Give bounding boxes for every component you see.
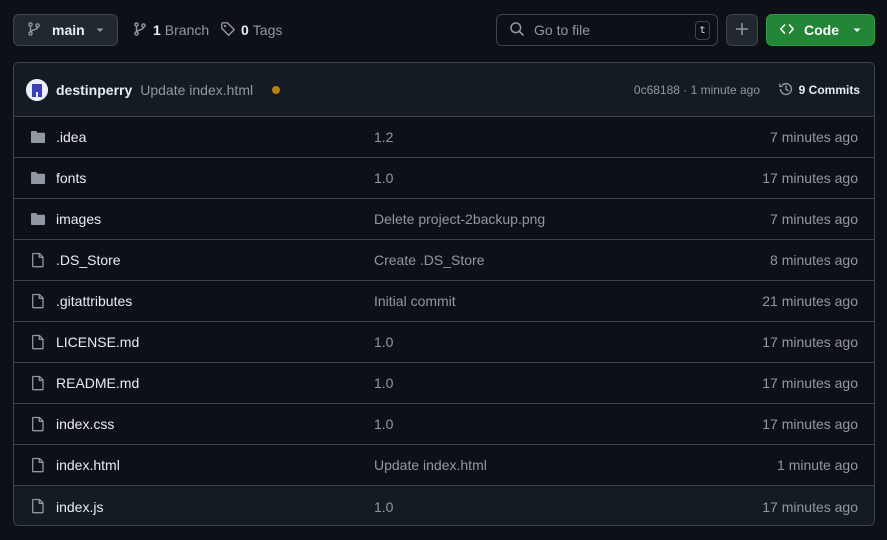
file-list: .idea 1.2 7 minutes ago fonts 1.0 17 minutes …: [14, 117, 874, 525]
history-icon: [778, 81, 794, 100]
avatar[interactable]: [26, 78, 48, 101]
file-name-link[interactable]: .gitattributes: [56, 293, 132, 309]
file-commit-time: 1 minute ago: [777, 457, 858, 473]
tag-icon: [220, 21, 236, 40]
file-commit-message-link[interactable]: Update index.html: [374, 457, 487, 473]
folder-icon: [30, 129, 46, 145]
file-name-link[interactable]: index.css: [56, 416, 114, 432]
file-row[interactable]: images Delete project-2backup.png 7 minute…: [14, 199, 874, 240]
file-commit-message-link[interactable]: 1.0: [374, 499, 393, 515]
search-placeholder: Go to file: [534, 22, 591, 38]
file-commit-message-link[interactable]: Delete project-2backup.png: [374, 211, 545, 227]
file-name-link[interactable]: images: [56, 211, 101, 227]
file-row[interactable]: fonts 1.0 17 minutes ago: [14, 158, 874, 199]
file-icon: [30, 252, 46, 268]
file-commit-message-link[interactable]: 1.0: [374, 416, 393, 432]
plus-icon: [734, 21, 750, 40]
file-name-link[interactable]: index.js: [56, 499, 103, 515]
chevron-down-icon: [95, 22, 105, 38]
chevron-down-icon: [852, 22, 862, 38]
branches-link[interactable]: 1 Branch: [132, 14, 209, 46]
git-branch-icon: [132, 21, 148, 40]
file-row[interactable]: README.md 1.0 17 minutes ago: [14, 363, 874, 404]
branches-label: Branch: [164, 22, 210, 38]
file-row[interactable]: .idea 1.2 7 minutes ago: [14, 117, 874, 158]
file-row[interactable]: LICENSE.md 1.0 17 minutes ago: [14, 322, 874, 363]
commit-sha-and-time[interactable]: 0c68188 · 1 minute ago: [634, 63, 760, 117]
add-file-button[interactable]: [726, 14, 758, 46]
file-icon: [30, 416, 46, 432]
file-commit-time: 21 minutes ago: [762, 293, 858, 309]
file-name-link[interactable]: LICENSE.md: [56, 334, 139, 350]
file-icon: [30, 293, 46, 309]
search-icon: [509, 21, 525, 40]
file-row[interactable]: index.js 1.0 17 minutes ago: [14, 486, 874, 525]
branch-select-button[interactable]: main: [13, 14, 118, 46]
tags-count: 0: [241, 22, 249, 38]
file-commit-time: 8 minutes ago: [770, 252, 858, 268]
file-row[interactable]: .DS_Store Create .DS_Store 8 minutes ago: [14, 240, 874, 281]
file-name-link[interactable]: .idea: [56, 129, 86, 145]
file-name-link[interactable]: README.md: [56, 375, 139, 391]
commit-history-link[interactable]: 9 Commits: [778, 63, 860, 117]
keyboard-shortcut-hint: t: [695, 21, 710, 40]
file-commit-message-link[interactable]: Initial commit: [374, 293, 456, 309]
go-to-file-input[interactable]: Go to file t: [496, 14, 718, 46]
code-button[interactable]: Code: [766, 14, 875, 46]
file-commit-time: 17 minutes ago: [762, 334, 858, 350]
commit-message-link[interactable]: Update index.html: [140, 82, 253, 98]
file-commit-time: 7 minutes ago: [770, 211, 858, 227]
commits-count: 9 Commits: [798, 83, 860, 97]
commit-author-link[interactable]: destinperry: [56, 82, 132, 98]
code-button-label: Code: [804, 22, 839, 38]
file-commit-time: 17 minutes ago: [762, 416, 858, 432]
commit-status-indicator[interactable]: [272, 85, 281, 94]
file-commit-message-link[interactable]: 1.0: [374, 375, 393, 391]
folder-icon: [30, 170, 46, 186]
tags-label: Tags: [252, 22, 283, 38]
file-icon: [30, 334, 46, 350]
folder-icon: [30, 211, 46, 227]
latest-commit-bar: destinperry Update index.html 0c68188 · …: [14, 63, 874, 117]
file-commit-time: 17 minutes ago: [762, 375, 858, 391]
tags-link[interactable]: 0 Tags: [220, 14, 282, 46]
file-icon: [30, 498, 46, 514]
repo-toolbar: main 1 Branch 0 Tags Go to file t Code: [13, 14, 875, 46]
file-row[interactable]: .gitattributes Initial commit 21 minutes a…: [14, 281, 874, 322]
file-commit-message-link[interactable]: Create .DS_Store: [374, 252, 485, 268]
code-icon: [779, 21, 795, 40]
file-commit-message-link[interactable]: 1.2: [374, 129, 393, 145]
branches-count: 1: [153, 22, 161, 38]
file-commit-message-link[interactable]: 1.0: [374, 170, 393, 186]
file-commit-message-link[interactable]: 1.0: [374, 334, 393, 350]
file-commit-time: 17 minutes ago: [762, 170, 858, 186]
file-name-link[interactable]: fonts: [56, 170, 86, 186]
branch-name: main: [52, 22, 85, 38]
file-name-link[interactable]: .DS_Store: [56, 252, 121, 268]
file-icon: [30, 457, 46, 473]
file-row[interactable]: index.css 1.0 17 minutes ago: [14, 404, 874, 445]
file-row[interactable]: index.html Update index.html 1 minute ago: [14, 445, 874, 486]
file-icon: [30, 375, 46, 391]
file-commit-time: 7 minutes ago: [770, 129, 858, 145]
file-browser-panel: destinperry Update index.html 0c68188 · …: [13, 62, 875, 526]
file-commit-time: 17 minutes ago: [762, 498, 858, 515]
file-name-link[interactable]: index.html: [56, 457, 120, 473]
git-branch-icon: [26, 21, 42, 40]
